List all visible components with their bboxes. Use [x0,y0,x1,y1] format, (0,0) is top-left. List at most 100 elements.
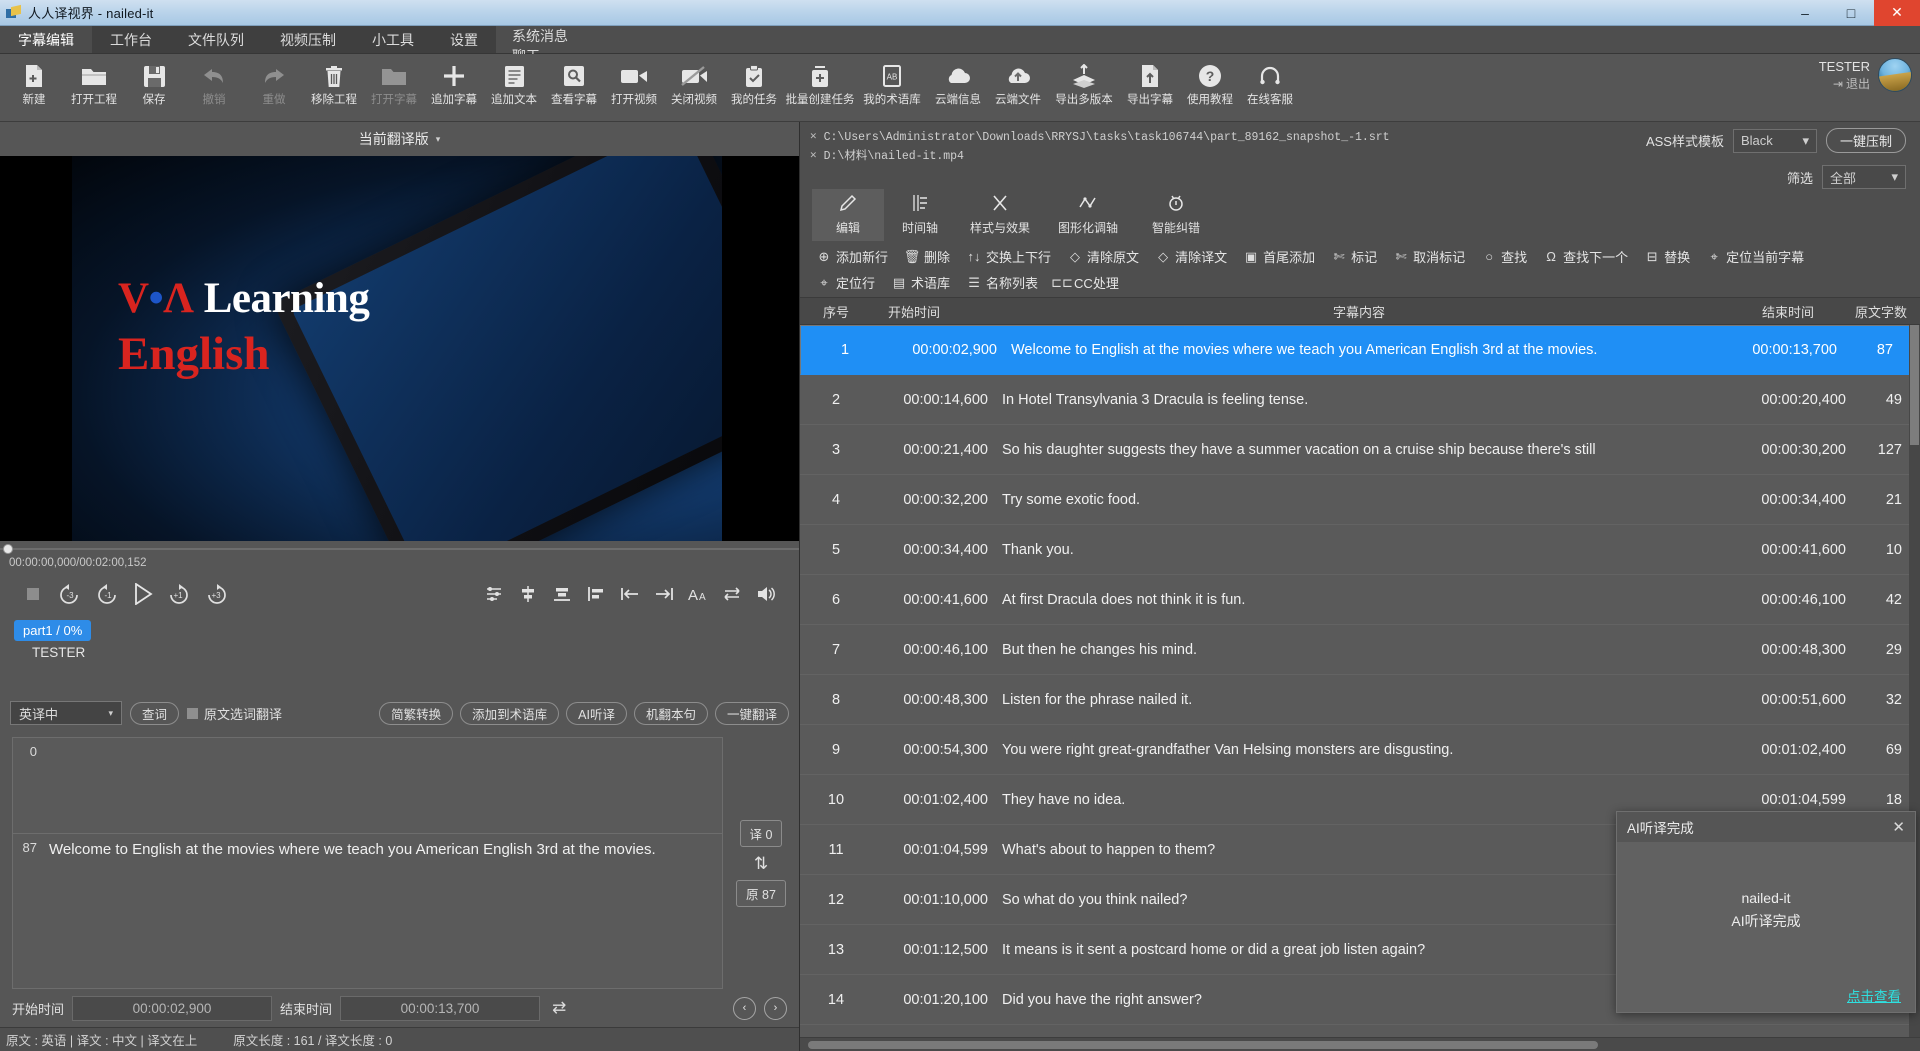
logout-button[interactable]: ⇥ 退出 [1833,76,1870,92]
original-row[interactable]: 87 Welcome to English at the movies wher… [13,834,722,988]
swap-vertical-icon[interactable]: ⇅ [754,855,768,872]
table-row[interactable]: 9 00:00:54,300 You were right great-gran… [800,725,1920,775]
action-insert-ends[interactable]: ▣首尾添加 [1237,245,1322,268]
table-row[interactable]: 7 00:00:46,100 But then he changes his m… [800,625,1920,675]
toolbar-button-save[interactable]: 保存 [124,58,184,118]
toolbar-button-my-tasks[interactable]: 我的任务 [724,58,784,118]
close-icon[interactable]: ✕ [810,128,817,147]
version-selector[interactable]: 当前翻译版 ▾ [0,122,799,156]
scrollbar-thumb[interactable] [1910,325,1919,445]
action-clear-translation[interactable]: ◇清除译文 [1149,245,1234,268]
toolbar-button-cloud-info[interactable]: 云端信息 [928,58,988,118]
toolbar-button-my-glossary[interactable]: AB 我的术语库 [856,58,928,118]
translate-direction-select[interactable]: 英译中 ▾ [10,701,122,725]
ai-transcribe-button[interactable]: AI听译 [566,702,627,725]
volume-icon[interactable] [749,577,783,611]
table-row[interactable]: 1 00:00:02,900 Welcome to English at the… [800,325,1920,375]
menu-item-settings[interactable]: 设置 [432,26,496,53]
swap-horizontal-icon[interactable]: ⇄ [552,998,566,1018]
toolbar-button-online-support[interactable]: 在线客服 [1240,58,1300,118]
equalizer-icon[interactable] [477,577,511,611]
close-icon[interactable]: ✕ [1892,818,1905,836]
progress-chip[interactable]: part1 / 0% [14,620,91,641]
table-row[interactable]: 5 00:00:34,400 Thank you. 00:00:41,600 1… [800,525,1920,575]
lookup-word-button[interactable]: 查词 [130,702,179,725]
menu-item-file-queue[interactable]: 文件队列 [170,26,262,53]
table-row[interactable]: 3 00:00:21,400 So his daughter suggests … [800,425,1920,475]
action-add-line[interactable]: ⊕添加新行 [810,245,895,268]
align-bottom-icon[interactable] [545,577,579,611]
end-time-input[interactable]: 00:00:13,700 [340,996,540,1021]
action-unmark[interactable]: ✄取消标记 [1387,245,1472,268]
translation-input[interactable] [43,738,722,833]
prev-line-button[interactable]: ‹ [733,997,756,1020]
tab-style-effects[interactable]: 样式与效果 [956,189,1044,241]
video-preview[interactable]: V•Λ Learning English [0,156,799,541]
action-swap-updown[interactable]: ↑↓交换上下行 [960,245,1058,268]
table-row[interactable]: 8 00:00:48,300 Listen for the phrase nai… [800,675,1920,725]
action-name-list[interactable]: ☰名称列表 [960,271,1045,294]
align-middle-icon[interactable] [511,577,545,611]
toast-view-link[interactable]: 点击查看 [1847,985,1901,1005]
action-find-next[interactable]: Ω查找下一个 [1537,245,1635,268]
notification-toast[interactable]: AI听译完成 ✕ nailed-it AI听译完成 点击查看 [1616,811,1916,1013]
snap-start-icon[interactable] [613,577,647,611]
align-left-icon[interactable] [579,577,613,611]
open-file-video[interactable]: ✕ D:\材料\nailed-it.mp4 [810,147,1390,166]
toolbar-button-append-text[interactable]: 追加文本 [484,58,544,118]
seek-bar[interactable] [0,541,799,557]
action-mark[interactable]: ✄标记 [1325,245,1384,268]
table-row[interactable]: 6 00:00:41,600 At first Dracula does not… [800,575,1920,625]
one-click-compress-button[interactable]: 一键压制 [1826,128,1906,153]
action-replace[interactable]: ⊟替换 [1638,245,1697,268]
seek-handle[interactable] [3,544,13,554]
source-word-translate-checkbox[interactable]: 原文选词翻译 [187,704,282,723]
stop-icon[interactable] [16,577,50,611]
action-find[interactable]: ○查找 [1475,245,1534,268]
action-glossary[interactable]: ▤术语库 [885,271,957,294]
translation-row[interactable]: 0 [13,738,722,834]
close-icon[interactable]: ✕ [810,147,817,166]
machine-translate-line-button[interactable]: 机翻本句 [634,702,708,725]
rewind-3s-icon[interactable]: -3 [50,577,88,611]
open-file-subtitle[interactable]: ✕ C:\Users\Administrator\Downloads\RRYSJ… [810,128,1390,147]
action-delete[interactable]: 🗑删除 [898,245,957,268]
toolbar-button-cloud-files[interactable]: 云端文件 [988,58,1048,118]
action-locate-line[interactable]: ⌖定位行 [810,271,882,294]
tab-edit[interactable]: 编辑 [812,189,884,241]
menu-item-subtitle-edit[interactable]: 字幕编辑 [0,26,92,53]
toolbar-button-view-subtitle[interactable]: 查看字幕 [544,58,604,118]
avatar[interactable] [1878,58,1912,92]
play-icon[interactable] [126,577,160,611]
start-time-input[interactable]: 00:00:02,900 [72,996,272,1021]
forward-3s-icon[interactable]: +3 [198,577,236,611]
table-row[interactable]: 4 00:00:32,200 Try some exotic food. 00:… [800,475,1920,525]
one-click-translate-button[interactable]: 一键翻译 [715,702,789,725]
forward-1s-icon[interactable]: +1 [160,577,198,611]
toolbar-button-new[interactable]: 新建 [4,58,64,118]
menu-item-tools[interactable]: 小工具 [354,26,432,53]
toolbar-button-batch-create-task[interactable]: 批量创建任务 [784,58,856,118]
toolbar-button-export-multi-version[interactable]: 导出多版本 [1048,58,1120,118]
toolbar-button-tutorial[interactable]: ? 使用教程 [1180,58,1240,118]
toolbar-button-open-video[interactable]: 打开视频 [604,58,664,118]
snap-end-icon[interactable] [647,577,681,611]
toolbar-button-open-project[interactable]: 打开工程 [64,58,124,118]
filter-select[interactable]: 全部 ▾ [1822,165,1906,189]
toolbar-button-remove-project[interactable]: 移除工程 [304,58,364,118]
toolbar-button-append-subtitle[interactable]: 追加字幕 [424,58,484,118]
minimize-button[interactable]: – [1782,0,1828,26]
table-horizontal-scrollbar[interactable] [800,1037,1920,1051]
ass-template-select[interactable]: Black ▾ [1733,129,1817,153]
action-clear-original[interactable]: ◇清除原文 [1061,245,1146,268]
table-row[interactable]: 2 00:00:14,600 In Hotel Transylvania 3 D… [800,375,1920,425]
font-size-icon[interactable]: AA [681,577,715,611]
action-cc-process[interactable]: ⊏⊏CC处理 [1048,271,1126,294]
add-to-glossary-button[interactable]: 添加到术语库 [460,702,559,725]
simplified-traditional-button[interactable]: 简繁转换 [379,702,453,725]
menu-item-workbench[interactable]: 工作台 [92,26,170,53]
scrollbar-thumb[interactable] [808,1041,1598,1049]
menu-item-system-messages[interactable]: 系统消息 [496,26,1920,46]
action-locate-current-subtitle[interactable]: ⌖定位当前字幕 [1700,245,1811,268]
toolbar-button-export-subtitle[interactable]: 导出字幕 [1120,58,1180,118]
